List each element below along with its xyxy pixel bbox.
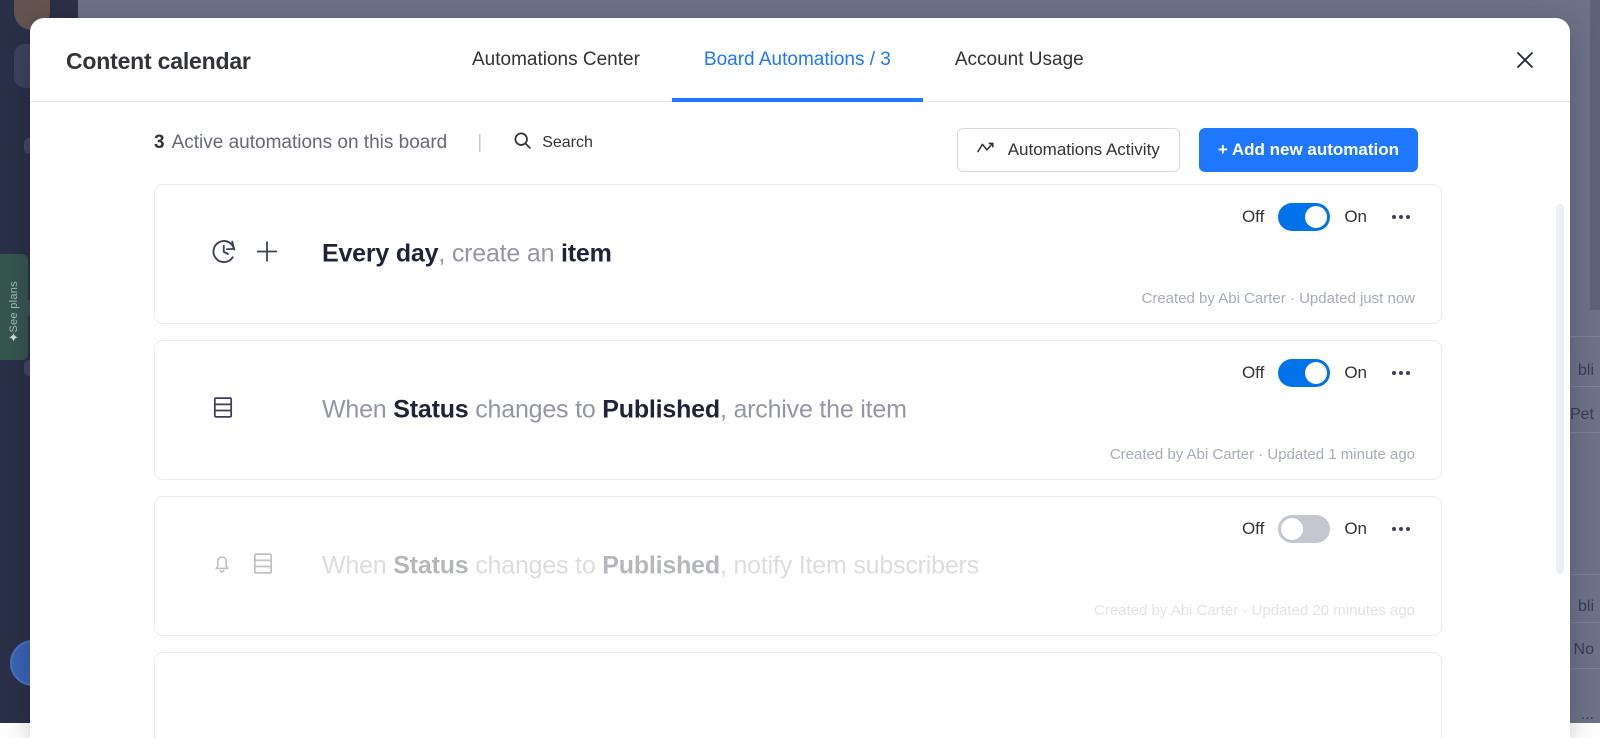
modal-header: Content calendar Automations Center Boar… — [30, 18, 1570, 102]
status-column-icon — [249, 550, 277, 583]
automation-meta: Created by Abi Carter · Updated 20 minut… — [1094, 602, 1415, 619]
automations-activity-button[interactable]: Automations Activity — [957, 128, 1180, 172]
add-new-automation-button[interactable]: + Add new automation — [1199, 128, 1418, 172]
automation-recipe: When Status changes to Published, notify… — [322, 552, 979, 581]
automations-activity-label: Automations Activity — [1008, 140, 1160, 160]
status-column-icon — [209, 394, 237, 427]
automation-card[interactable]: When Status changes to Published, archiv… — [154, 340, 1442, 480]
active-automations-label: Active automations on this board — [172, 132, 448, 154]
toolbar-left-group: 3 Active automations on this board | Sea… — [154, 130, 593, 156]
automation-toggle-row: Off On — [1242, 515, 1415, 543]
toolbar-right-group: Automations Activity + Add new automatio… — [957, 128, 1418, 172]
automations-modal: Content calendar Automations Center Boar… — [30, 18, 1570, 738]
automation-recipe: Every day, create an item — [322, 240, 612, 269]
automation-toggle[interactable] — [1278, 359, 1330, 387]
card-icon-group — [209, 550, 277, 583]
plus-icon — [253, 238, 281, 271]
toolbar-separator: | — [477, 132, 482, 154]
background-cell-text: bli — [1578, 598, 1594, 616]
search-label: Search — [542, 134, 593, 152]
automation-recipe: When Status changes to Published, archiv… — [322, 396, 907, 425]
automation-card[interactable]: When Status changes to Published, notify… — [154, 496, 1442, 636]
more-options-icon[interactable] — [1387, 515, 1415, 543]
toggle-on-label: On — [1344, 207, 1367, 227]
modal-scrollbar[interactable] — [1556, 204, 1564, 574]
background-cell-text: ... — [1581, 706, 1594, 724]
close-icon[interactable] — [1508, 43, 1542, 77]
automation-toggle[interactable] — [1278, 203, 1330, 231]
automation-toggle-row: Off On — [1242, 203, 1415, 231]
toggle-on-label: On — [1344, 519, 1367, 539]
automation-card[interactable] — [154, 652, 1442, 738]
background-panel-edge — [1590, 0, 1600, 310]
toolbar: 3 Active automations on this board | Sea… — [30, 102, 1570, 184]
card-icon-group — [209, 394, 237, 427]
toggle-knob — [1305, 362, 1327, 384]
card-icon-group — [209, 237, 281, 272]
toggle-knob — [1305, 206, 1327, 228]
more-options-icon[interactable] — [1387, 359, 1415, 387]
search-button[interactable]: Search — [512, 130, 593, 156]
tab-board-automations[interactable]: Board Automations / 3 — [672, 18, 923, 102]
tab-bar: Automations Center Board Automations / 3… — [440, 18, 1116, 102]
tab-account-usage[interactable]: Account Usage — [923, 18, 1116, 102]
tab-automations-center[interactable]: Automations Center — [440, 18, 672, 102]
more-options-icon[interactable] — [1387, 203, 1415, 231]
active-automations-count: 3 — [154, 132, 165, 154]
bell-icon — [209, 551, 235, 582]
toggle-off-label: Off — [1242, 207, 1264, 227]
background-top-strip — [78, 0, 1600, 18]
automation-toggle[interactable] — [1278, 515, 1330, 543]
toggle-on-label: On — [1344, 363, 1367, 383]
background-cell-text: No — [1574, 641, 1594, 659]
toggle-knob — [1281, 518, 1303, 540]
sparkle-icon: ✦ — [8, 330, 19, 346]
automation-meta: Created by Abi Carter · Updated 1 minute… — [1110, 446, 1415, 463]
toggle-off-label: Off — [1242, 363, 1264, 383]
trend-line-icon — [977, 140, 997, 160]
automation-meta: Created by Abi Carter · Updated just now — [1142, 290, 1415, 307]
page-title: Content calendar — [66, 48, 251, 75]
toggle-off-label: Off — [1242, 519, 1264, 539]
background-cell-text: bli — [1578, 362, 1594, 380]
see-plans-label: See plans — [8, 281, 20, 333]
recurring-clock-icon — [209, 237, 239, 272]
automation-list: Every day, create an item Off On Created… — [30, 184, 1570, 738]
automation-toggle-row: Off On — [1242, 359, 1415, 387]
search-icon — [512, 130, 533, 156]
automation-card[interactable]: Every day, create an item Off On Created… — [154, 184, 1442, 324]
background-cell-text: Pet — [1570, 406, 1594, 424]
